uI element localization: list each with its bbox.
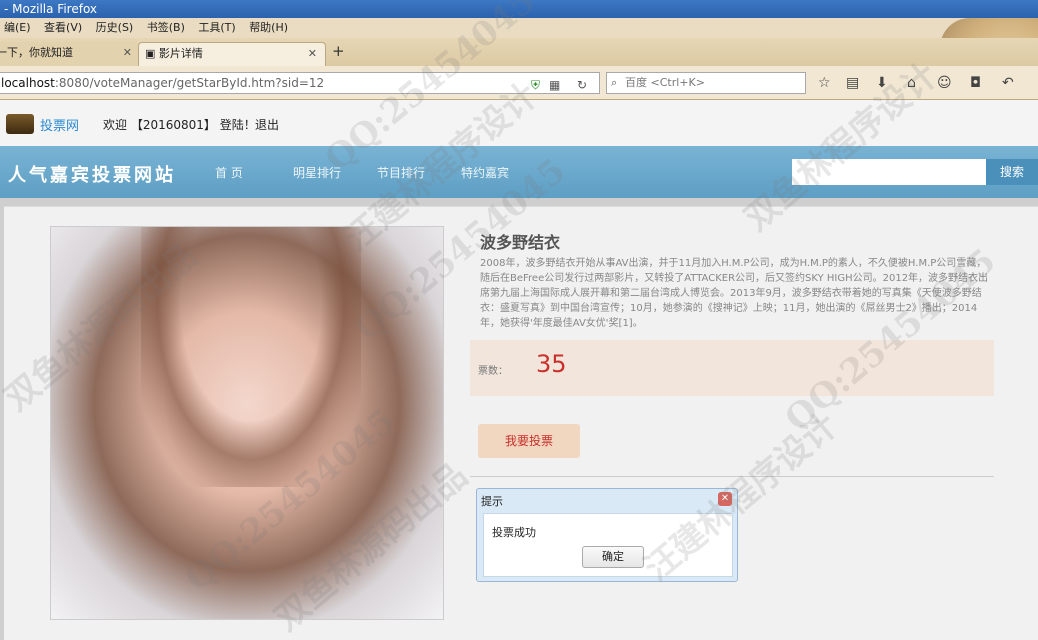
tab-label: 一下，你就知道 — [0, 46, 73, 59]
reading-list-icon[interactable]: ▤ — [846, 75, 859, 91]
nav-home[interactable]: 首 页 — [215, 164, 243, 181]
search-icon: ⌕ — [611, 76, 618, 89]
nav-guests[interactable]: 特约嘉宾 — [461, 164, 509, 181]
menu-edit[interactable]: 编(E) — [4, 18, 37, 38]
logout-link[interactable]: 退出 — [255, 116, 279, 133]
divider — [470, 476, 994, 477]
page-icon: ▣ — [145, 47, 159, 60]
star-name: 波多野结衣 — [480, 233, 561, 252]
close-icon[interactable]: ✕ — [718, 492, 732, 506]
tab-movie-detail[interactable]: ▣ 影片详情 ✕ — [138, 42, 326, 66]
books-icon — [6, 114, 34, 134]
window-title: - Mozilla Firefox — [4, 2, 98, 16]
nav-star-ranking[interactable]: 明星排行 — [293, 164, 341, 181]
site-title: 人气嘉宾投票网站 — [8, 165, 176, 186]
vote-count: 35 — [536, 350, 567, 378]
tab-baidu[interactable]: 一下，你就知道 ✕ — [0, 42, 140, 66]
star-icon[interactable]: ☆ — [818, 75, 831, 91]
back-arrow-icon[interactable]: ↶ — [1002, 75, 1014, 91]
site-logo[interactable]: 投票网 — [40, 115, 79, 134]
url-bar[interactable]: localhost:8080/voteManager/getStarById.h… — [0, 72, 600, 94]
shield-icon[interactable]: ⛨ — [531, 75, 540, 95]
menu-bar: 编(E) 查看(V) 历史(S) 书签(B) 工具(T) 帮助(H) — [0, 18, 1038, 38]
vote-button[interactable]: 我要投票 — [478, 424, 580, 458]
star-photo — [50, 226, 444, 620]
window-title-bar: - Mozilla Firefox — [0, 0, 1038, 18]
welcome-text: 欢迎 【20160801】 登陆！ — [103, 118, 256, 132]
menu-view[interactable]: 查看(V) — [44, 18, 88, 38]
menu-help[interactable]: 帮助(H) — [249, 18, 294, 38]
site-nav: 人气嘉宾投票网站 首 页 明星排行 节目排行 特约嘉宾 搜索 — [0, 146, 1038, 198]
tab-label: 影片详情 — [158, 47, 203, 60]
qr-icon[interactable]: ▦ — [549, 75, 560, 95]
tab-bar: 一下，你就知道 ✕ ▣ 影片详情 ✕ — [0, 38, 1038, 66]
close-icon[interactable]: ✕ — [123, 42, 132, 64]
site-search-button[interactable]: 搜索 — [986, 159, 1038, 185]
close-icon[interactable]: ✕ — [308, 43, 317, 65]
url-path: :8080/voteManager/getStarById.htm?sid=12 — [54, 76, 325, 90]
vote-label: 票数： — [478, 366, 508, 377]
search-placeholder: 百度 <Ctrl+K> — [625, 76, 705, 89]
menu-tools[interactable]: 工具(T) — [198, 18, 241, 38]
star-description: 2008年，波多野结衣开始从事AV出演，并于11月加入H.M.P公司，成为H.M… — [480, 258, 989, 329]
chat-icon[interactable]: ☺ — [937, 75, 952, 91]
menu-history[interactable]: 历史(S) — [96, 18, 140, 38]
search-input[interactable]: ⌕ 百度 <Ctrl+K> — [606, 72, 806, 94]
dialog-message: 投票成功 — [492, 526, 536, 539]
url-host: localhost — [1, 76, 55, 90]
reload-icon[interactable]: ↻ — [577, 75, 587, 95]
dialog-title: 提示 — [481, 495, 503, 508]
menu-bookmarks[interactable]: 书签(B) — [147, 18, 191, 38]
photo-shading — [141, 227, 361, 487]
navigation-toolbar: localhost:8080/voteManager/getStarById.h… — [0, 66, 1038, 100]
alert-dialog: 提示 ✕ 投票成功 确定 — [476, 488, 738, 582]
vote-count-box: 票数： 35 — [470, 340, 994, 396]
new-tab-button[interactable]: + — [332, 42, 345, 60]
dialog-body: 投票成功 确定 — [483, 513, 733, 577]
ok-button[interactable]: 确定 — [582, 546, 644, 568]
nav-show-ranking[interactable]: 节目排行 — [377, 164, 425, 181]
page: - Mozilla Firefox 编(E) 查看(V) 历史(S) 书签(B)… — [0, 0, 1038, 640]
pocket-icon[interactable]: ◘ — [970, 75, 981, 91]
home-icon[interactable]: ⌂ — [907, 75, 916, 91]
site-search-input[interactable] — [792, 159, 986, 185]
site-top-bar: 投票网 欢迎 【20160801】 登陆！ 退出 — [0, 100, 1038, 146]
download-icon[interactable]: ⬇ — [876, 75, 888, 91]
